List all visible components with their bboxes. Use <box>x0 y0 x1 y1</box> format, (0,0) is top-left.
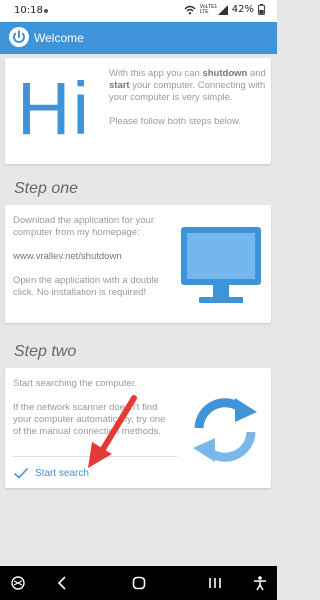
assistant-icon[interactable] <box>8 574 28 592</box>
searching-text: Start searching the computer. <box>13 378 138 389</box>
accessibility-icon[interactable] <box>250 574 270 592</box>
hi-text: Hi <box>17 67 91 150</box>
status-icons: VoLTE1 LTE 42% <box>184 4 265 15</box>
annotation-arrow-icon <box>88 395 137 468</box>
step-one-text: Download the application for your comput… <box>13 215 173 299</box>
homepage-link[interactable]: www.vrallev.net/shutdown <box>13 251 173 263</box>
step-one-card: Download the application for your comput… <box>5 205 271 323</box>
download-text: Download the application for your comput… <box>13 215 155 238</box>
sync-icon <box>193 398 257 462</box>
welcome-intro: With this app you can shutdown and start… <box>109 68 267 128</box>
wifi-icon <box>184 5 196 14</box>
signal-label: VoLTE1 LTE <box>199 3 218 15</box>
start-search-label: Start search <box>35 467 89 479</box>
intro-paragraph: With this app you can shutdown and start… <box>109 68 266 103</box>
power-icon[interactable] <box>8 26 30 48</box>
battery-icon <box>258 4 265 15</box>
follow-text: Please follow both steps below. <box>109 116 242 127</box>
navigation-bar <box>0 566 277 600</box>
app-bar: Welcome <box>0 22 277 54</box>
notification-dot-icon <box>44 9 48 13</box>
recents-icon[interactable] <box>205 574 225 592</box>
step-one-heading: Step one <box>14 180 79 197</box>
open-text: Open the application with a double click… <box>13 275 159 298</box>
battery-percent: 42% <box>231 4 254 15</box>
signal-icon <box>217 4 228 15</box>
welcome-card: Hi With this app you can shutdown and st… <box>5 58 271 164</box>
home-icon[interactable] <box>129 574 149 592</box>
monitor-icon <box>181 227 261 303</box>
step-two-heading: Step two <box>14 343 77 360</box>
back-icon[interactable] <box>52 574 72 592</box>
status-bar: 10:18 VoLTE1 LTE 42% <box>0 0 277 22</box>
status-time: 10:18 <box>14 5 43 16</box>
app-title: Welcome <box>34 31 84 45</box>
check-icon <box>13 467 29 479</box>
